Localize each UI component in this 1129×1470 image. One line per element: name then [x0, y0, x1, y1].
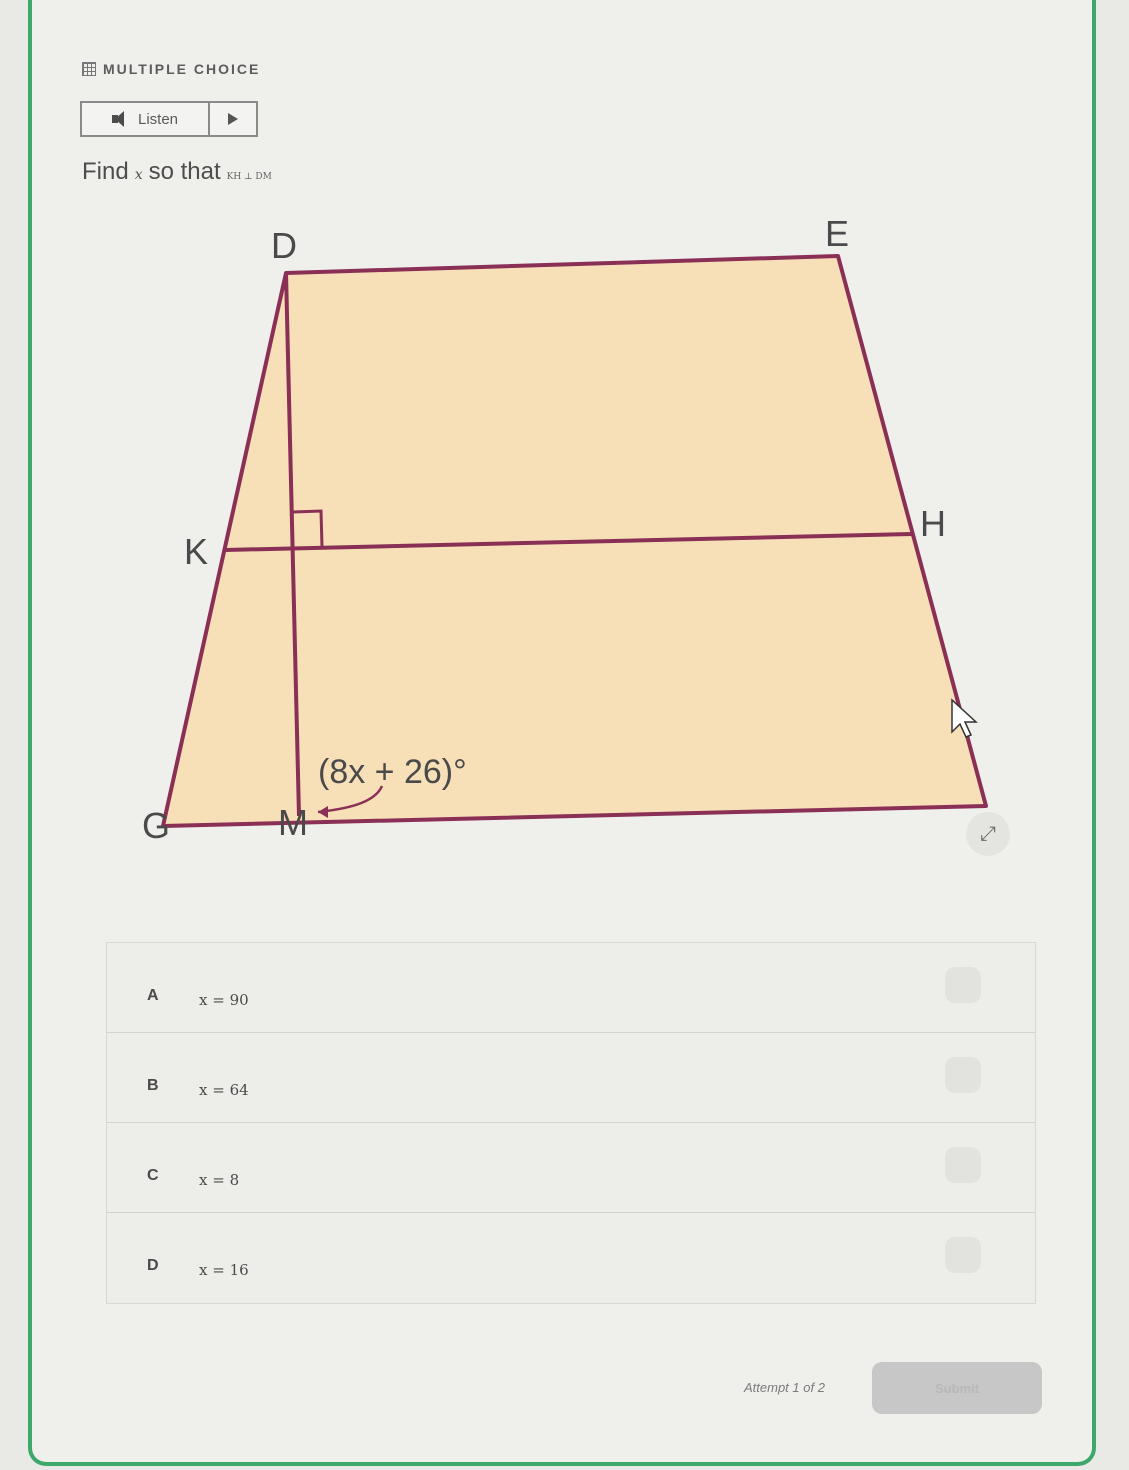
choice-d-text: x = 16: [199, 1261, 249, 1279]
choice-c[interactable]: C x = 8: [107, 1123, 1035, 1213]
choice-a-letter: A: [147, 987, 159, 1004]
choice-c-text: x = 8: [199, 1171, 240, 1189]
attempt-counter: Attempt 1 of 2: [744, 1380, 825, 1395]
choice-a-text: x = 90: [199, 991, 249, 1009]
choice-c-radio[interactable]: [945, 1147, 981, 1183]
choice-b-radio[interactable]: [945, 1057, 981, 1093]
choice-b[interactable]: B x = 64: [107, 1033, 1035, 1123]
choice-c-letter: C: [147, 1167, 159, 1184]
choice-b-letter: B: [147, 1077, 159, 1094]
expand-icon[interactable]: ⤢: [966, 812, 1010, 856]
submit-button[interactable]: Submit: [872, 1362, 1042, 1414]
mouse-cursor-icon: [951, 698, 978, 738]
choice-d[interactable]: D x = 16: [107, 1213, 1035, 1303]
choice-a-radio[interactable]: [945, 967, 981, 1003]
choice-d-letter: D: [147, 1257, 159, 1274]
choice-a[interactable]: A x = 90: [107, 943, 1035, 1033]
choices-list: A x = 90 B x = 64 C x = 8 D x = 16: [106, 942, 1036, 1304]
choice-b-text: x = 64: [199, 1081, 249, 1099]
choice-d-radio[interactable]: [945, 1237, 981, 1273]
